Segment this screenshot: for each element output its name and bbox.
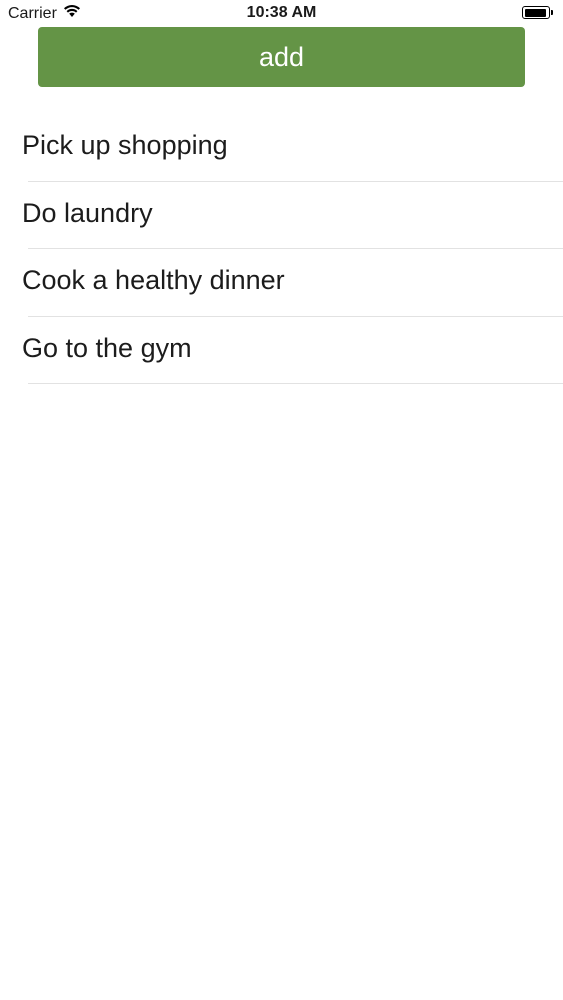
todo-label: Pick up shopping	[22, 130, 228, 160]
todo-list: Pick up shopping Do laundry Cook a healthy…	[0, 114, 563, 384]
status-bar: Carrier 10:38 AM	[0, 0, 563, 28]
status-time: 10:38 AM	[246, 4, 317, 21]
row-divider	[28, 383, 563, 384]
battery-level	[524, 8, 547, 17]
battery-icon	[522, 6, 550, 19]
list-item[interactable]: Pick up shopping	[0, 114, 563, 182]
todo-label: Go to the gym	[22, 332, 192, 363]
todo-label: Cook a healthy dinner	[22, 265, 285, 295]
list-item[interactable]: Do laundry	[0, 182, 563, 249]
list-item[interactable]: Go to the gym	[0, 317, 563, 384]
list-item[interactable]: Cook a healthy dinner	[0, 249, 563, 317]
app-screen: Carrier 10:38 AM add Pick up shopping Do …	[0, 0, 563, 1000]
status-right	[522, 6, 553, 19]
add-button[interactable]: add	[38, 27, 525, 87]
battery-nub	[551, 10, 553, 15]
todo-label: Do laundry	[22, 197, 153, 228]
